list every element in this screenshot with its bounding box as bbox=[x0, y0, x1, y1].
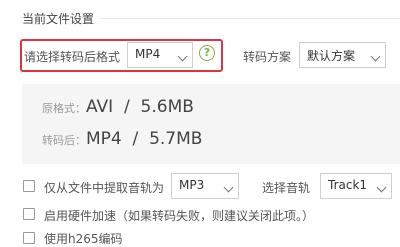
original-format-label: 原格式： bbox=[42, 102, 86, 115]
select-track-label: 选择音轨 bbox=[262, 181, 311, 195]
original-info: 原格式：AVI / 5.6MB bbox=[42, 97, 194, 117]
section-divider bbox=[100, 18, 400, 19]
chevron-down-icon bbox=[376, 182, 387, 193]
converted-format-label: 转码后： bbox=[42, 134, 86, 147]
help-icon[interactable]: ? bbox=[199, 45, 215, 61]
format-select-value: MP4 bbox=[135, 47, 161, 61]
audio-format-select[interactable]: MP3 bbox=[171, 173, 239, 199]
track-select[interactable]: Track1 bbox=[320, 173, 392, 199]
scheme-select-value: 默认方案 bbox=[307, 49, 356, 63]
scheme-label: 转码方案 bbox=[243, 50, 292, 64]
converted-info: 转码后：MP4 / 5.7MB bbox=[42, 129, 202, 149]
info-panel: 原格式：AVI / 5.6MB 转码后：MP4 / 5.7MB bbox=[22, 84, 400, 164]
scheme-select[interactable]: 默认方案 bbox=[299, 42, 386, 68]
converted-format-value: MP4 / 5.7MB bbox=[86, 129, 203, 149]
h265-checkbox[interactable] bbox=[23, 232, 35, 244]
chevron-down-icon bbox=[223, 182, 234, 193]
extract-audio-label: 仅从文件中提取音轨为 bbox=[44, 181, 165, 195]
h265-label: 使用h265编码 bbox=[44, 232, 123, 246]
original-format-value: AVI / 5.6MB bbox=[86, 97, 194, 117]
extract-audio-checkbox[interactable] bbox=[23, 180, 35, 192]
format-select[interactable]: MP4 bbox=[127, 42, 193, 68]
section-title: 当前文件设置 bbox=[22, 12, 95, 26]
audio-format-value: MP3 bbox=[179, 178, 205, 192]
hw-accel-label: 启用硬件加速（如果转码失败，则建议关闭此项。） bbox=[44, 209, 315, 223]
track-select-value: Track1 bbox=[328, 178, 368, 192]
format-label: 请选择转码后格式 bbox=[24, 50, 121, 64]
chevron-down-icon bbox=[177, 51, 188, 62]
chevron-down-icon bbox=[370, 51, 381, 62]
hw-accel-checkbox[interactable] bbox=[23, 208, 35, 220]
